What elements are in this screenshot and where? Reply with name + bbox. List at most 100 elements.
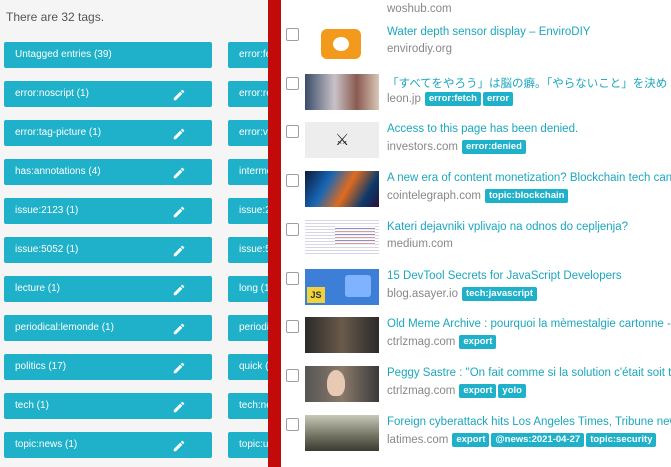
tag-label: issue:5 — [239, 244, 271, 255]
entry-domain-text: medium.com — [387, 237, 453, 250]
entry-tag-chip[interactable]: error — [482, 91, 514, 106]
entry-tags: export @news:2021-04-27 topic:security — [452, 432, 658, 447]
tag-label: periodical:lemonde (1) — [15, 322, 114, 333]
entry-checkbox[interactable] — [286, 28, 299, 41]
entry-tag-chip[interactable]: export — [452, 432, 490, 447]
pencil-icon[interactable] — [172, 87, 186, 101]
entry-row: 「すべてをやろう」は脳の癖。「やらないこと」を決め leon.jp error:fe… — [281, 73, 671, 123]
tag-button[interactable]: has:annotations (4) — [4, 159, 212, 185]
pencil-icon[interactable] — [172, 165, 186, 179]
tag-label: topic:u — [239, 439, 269, 450]
entry-tag-chip[interactable]: error:fetch — [424, 91, 481, 106]
pencil-icon[interactable] — [172, 438, 186, 452]
entry-checkbox[interactable] — [286, 417, 299, 431]
entry-checkbox[interactable] — [286, 320, 299, 334]
entry-checkbox[interactable] — [286, 125, 299, 139]
tag-button[interactable]: periodical:lemonde (1) — [4, 315, 212, 341]
tag-button[interactable]: periodi — [228, 315, 272, 341]
entry-tag-chip[interactable]: export — [459, 383, 497, 398]
entry-checkbox[interactable] — [286, 368, 299, 382]
tag-label: error:vi — [239, 127, 271, 138]
entry-title-link[interactable]: Old Meme Archive : pourquoi la mèmestalg… — [387, 318, 671, 330]
tag-button[interactable]: issue:5 — [228, 237, 272, 263]
entry-tag-chip[interactable]: error:denied — [461, 140, 526, 155]
tag-button[interactable]: error:noscript (1) — [4, 81, 212, 107]
tag-count-text: There are 32 tags. — [6, 10, 105, 24]
tag-button[interactable]: interme — [228, 159, 272, 185]
tag-button[interactable]: issue:2123 (1) — [4, 198, 212, 224]
entry-tag-chip[interactable]: tech:javascript — [461, 286, 538, 301]
tag-button[interactable]: issue:2 — [228, 198, 272, 224]
entry-row: ⚔ Access to this page has been denied. inv… — [281, 122, 671, 171]
tag-button[interactable]: error:fe — [228, 42, 272, 68]
entry-row: Old Meme Archive : pourquoi la mèmestalg… — [281, 317, 671, 366]
entry-thumbnail[interactable] — [305, 219, 379, 256]
entry-domain: ctrlzmag.com export yolo — [387, 383, 528, 398]
pencil-icon[interactable] — [172, 243, 186, 257]
entry-tags: export — [459, 335, 498, 350]
tag-button[interactable]: error:vi — [228, 120, 272, 146]
pencil-icon[interactable] — [172, 399, 186, 413]
entry-tags: error:denied — [461, 140, 528, 155]
pencil-icon[interactable] — [172, 282, 186, 296]
entry-title-link[interactable]: A new era of content monetization? Block… — [387, 172, 671, 184]
tag-button[interactable]: error:tag-picture (1) — [4, 120, 212, 146]
entry-title-link[interactable]: Peggy Sastre : "On fait comme si la solu… — [387, 367, 671, 379]
entry-title-link[interactable]: Foreign cyberattack hits Los Angeles Tim… — [387, 416, 671, 428]
entry-thumbnail[interactable] — [305, 25, 379, 61]
entry-thumbnail[interactable]: ⚔ — [305, 122, 379, 159]
entry-title-link[interactable]: Kateri dejavniki vplivajo na odnos do ce… — [387, 221, 628, 233]
entry-title-link[interactable]: 「すべてをやろう」は脳の癖。「やらないこと」を決め — [387, 75, 667, 91]
tag-label: issue:2 — [239, 205, 271, 216]
tag-button[interactable]: lecture (1) — [4, 276, 212, 302]
entry-title-link[interactable]: Water depth sensor display – EnviroDIY — [387, 26, 590, 38]
tag-label: issue:5052 (1) — [15, 244, 79, 255]
entry-title-link[interactable]: 15 DevTool Secrets for JavaScript Develo… — [387, 270, 622, 282]
tag-button[interactable]: topic:u — [228, 432, 272, 458]
tag-list-panel: There are 32 tags. Untagged entries (39)… — [0, 0, 272, 467]
tag-button[interactable]: long (1 — [228, 276, 272, 302]
pencil-icon[interactable] — [172, 360, 186, 374]
entry-thumbnail[interactable] — [305, 73, 379, 110]
entry-thumbnail[interactable] — [305, 317, 379, 354]
entry-thumbnail[interactable]: JS — [305, 268, 379, 305]
tag-button[interactable]: topic:news (1) — [4, 432, 212, 458]
entry-tag-chip[interactable]: yolo — [498, 383, 526, 398]
tag-label: error:re — [239, 88, 272, 99]
tag-button[interactable]: tech:ne — [228, 393, 272, 419]
tag-label: politics (17) — [15, 361, 67, 372]
entry-tags: topic:blockchain — [484, 189, 570, 204]
pencil-icon[interactable] — [172, 126, 186, 140]
entry-thumbnail[interactable] — [305, 171, 379, 208]
tag-button[interactable]: politics (17) — [4, 354, 212, 380]
entry-row: Water depth sensor display – EnviroDIY en… — [281, 25, 671, 74]
tag-label: quick ( — [239, 361, 269, 372]
entry-tag-chip[interactable]: @news:2021-04-27 — [491, 432, 585, 447]
entry-domain-text: latimes.com — [387, 433, 449, 446]
tag-label: error:noscript (1) — [15, 88, 89, 99]
pencil-icon[interactable] — [172, 321, 186, 335]
tag-button[interactable]: error:re — [228, 81, 272, 107]
entry-tag-chip[interactable]: topic:blockchain — [484, 189, 569, 204]
tag-button[interactable]: Untagged entries (39) — [4, 42, 212, 68]
tag-button[interactable]: quick ( — [228, 354, 272, 380]
entry-tag-chip[interactable]: topic:security — [586, 432, 657, 447]
tag-label: topic:news (1) — [15, 439, 78, 450]
tag-button[interactable]: issue:5052 (1) — [4, 237, 212, 263]
entry-tag-chip[interactable]: export — [459, 335, 497, 350]
entry-title-link[interactable]: Access to this page has been denied. — [387, 123, 578, 135]
tag-button[interactable]: tech (1) — [4, 393, 212, 419]
entry-checkbox[interactable] — [286, 76, 299, 90]
entry-list-panel: woshub.com Water depth sensor display – E… — [281, 0, 671, 467]
entry-thumbnail[interactable] — [305, 414, 379, 451]
entry-domain: medium.com — [387, 238, 453, 250]
entry-tags: tech:javascript — [461, 286, 539, 301]
entry-checkbox[interactable] — [286, 222, 299, 236]
entry-thumbnail[interactable] — [305, 0, 379, 21]
entry-checkbox[interactable] — [286, 271, 299, 285]
tag-label: issue:2123 (1) — [15, 205, 79, 216]
pencil-icon[interactable] — [172, 204, 186, 218]
entry-checkbox[interactable] — [286, 174, 299, 188]
tag-label: error:tag-picture (1) — [15, 127, 102, 138]
entry-thumbnail[interactable] — [305, 365, 379, 402]
